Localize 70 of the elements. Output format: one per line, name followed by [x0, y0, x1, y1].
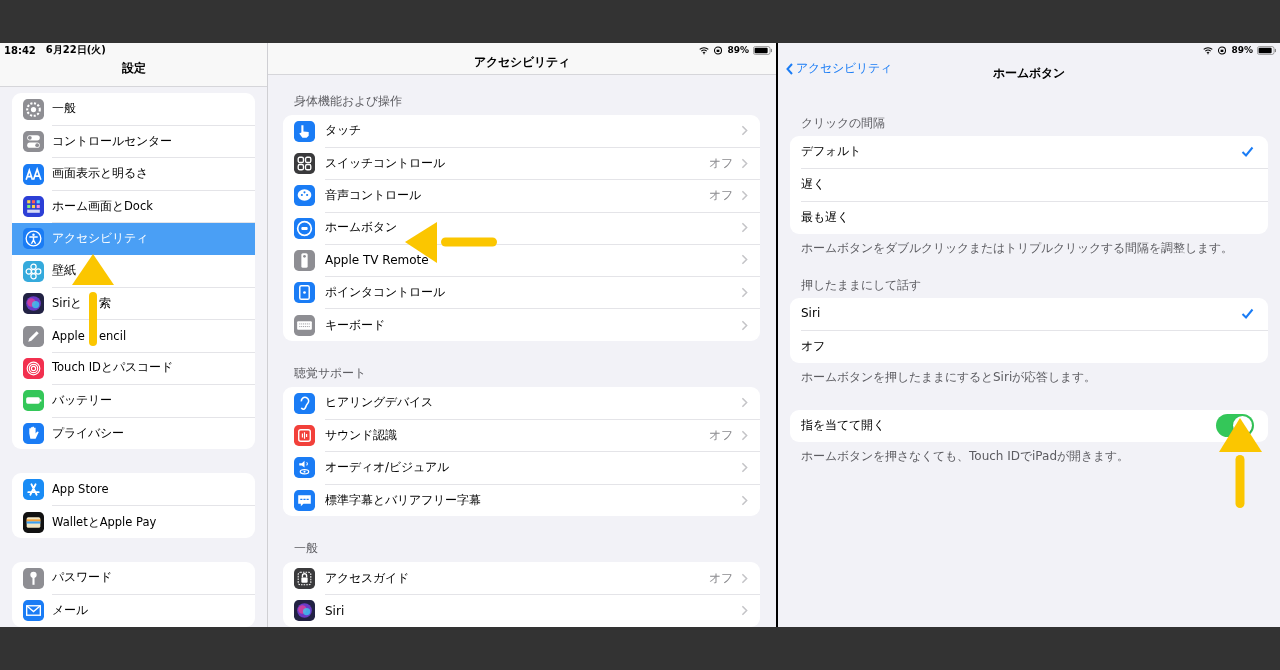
item-label-part: 索 [99, 295, 111, 311]
settings-row[interactable]: サウンド認識 オフ [283, 419, 760, 452]
status-time: 18:42 [4, 44, 36, 56]
settings-row[interactable]: キーボード [283, 308, 760, 342]
option-row[interactable]: 遅く [790, 168, 1268, 201]
section-header: 身体機能および操作 [293, 93, 403, 111]
sidebar-item[interactable]: Touch IDとパスコード [12, 352, 255, 385]
chevron-icon [741, 397, 748, 409]
back-button[interactable]: アクセシビリティ [786, 60, 892, 77]
item-label-part: Siriと [52, 295, 84, 311]
sidebar-item[interactable]: メール [12, 594, 255, 627]
settings-row[interactable]: オーディオ/ビジュアル [283, 451, 760, 485]
chevron-icon [741, 254, 748, 266]
item-label-part: encil [99, 328, 127, 343]
settings-row[interactable]: スイッチコントロール オフ [283, 147, 760, 180]
row-value: オフ [709, 154, 733, 172]
page-title: アクセシビリティ [474, 54, 570, 72]
wifi-icon [699, 45, 710, 55]
section-footer: ホームボタンを押したままにするとSiriが応答します。 [790, 362, 1268, 386]
row-value: オフ [709, 569, 733, 587]
section-header: 一般 [293, 540, 319, 558]
section-header: クリックの間隔 [800, 115, 886, 132]
rotation-lock-icon [713, 45, 724, 55]
sidebar-item[interactable]: プライバシー [12, 417, 255, 450]
sidebar-item[interactable]: WalletとApple Pay [12, 505, 255, 539]
settings-row[interactable]: アクセスガイド オフ [283, 562, 760, 595]
sidebar-item[interactable]: コントロールセンター [12, 125, 255, 158]
wifi-icon [1203, 45, 1214, 55]
sidebar-item[interactable]: 画面表示と明るさ [12, 157, 255, 191]
row-value: オフ [709, 186, 733, 204]
sidebar-title: 設定 [121, 60, 146, 78]
chevron-icon [741, 461, 748, 473]
chevron-icon [741, 125, 748, 137]
row-value: オフ [709, 426, 733, 444]
chevron-icon [741, 319, 748, 331]
option-row[interactable]: オフ [790, 330, 1268, 363]
sidebar-item[interactable]: バッテリー [12, 384, 255, 418]
battery-percent: 89% [1231, 45, 1253, 55]
chevron-icon [741, 189, 748, 201]
section-header: 押したままにして話す [800, 276, 922, 294]
section-footer: ホームボタンをダブルクリックまたはトリプルクリックする間隔を調整します。 [790, 233, 1268, 257]
chevron-icon [741, 429, 748, 441]
battery-icon [753, 45, 772, 55]
chevron-icon [741, 572, 748, 584]
sidebar-item[interactable]: App Store [12, 473, 255, 506]
chevron-icon [741, 157, 748, 169]
option-row[interactable]: 最も遅く [790, 201, 1268, 234]
option-row[interactable]: Siri [790, 297, 1268, 330]
battery-icon [1257, 45, 1276, 55]
option-row[interactable]: デフォルト [790, 136, 1268, 169]
rotation-lock-icon [1217, 45, 1228, 55]
chevron-icon [741, 494, 748, 506]
battery-percent: 89% [727, 45, 749, 55]
page-title: ホームボタン [993, 64, 1065, 82]
item-label-part: Apple [52, 328, 86, 343]
status-date: 6月22日(火) [45, 43, 106, 57]
settings-row[interactable]: ポインタコントロール [283, 276, 760, 309]
chevron-icon [741, 605, 748, 617]
settings-row[interactable]: 標準字幕とバリアフリー字幕 [283, 484, 760, 517]
back-chevron-icon [786, 62, 793, 75]
settings-row[interactable]: 音声コントロール オフ [283, 179, 760, 213]
chevron-icon [741, 222, 748, 234]
settings-row[interactable]: ヒアリングデバイス [283, 387, 760, 420]
section-footer: ホームボタンを押さなくても、Touch IDでiPadが開きます。 [790, 442, 1268, 465]
sidebar-item[interactable]: パスワード [12, 562, 255, 595]
section-header: 聴覚サポート [293, 365, 367, 383]
chevron-icon [741, 286, 748, 298]
settings-row[interactable]: タッチ [283, 115, 760, 148]
sidebar-item[interactable]: 一般 [12, 93, 255, 126]
settings-row[interactable]: Siri [283, 594, 760, 627]
